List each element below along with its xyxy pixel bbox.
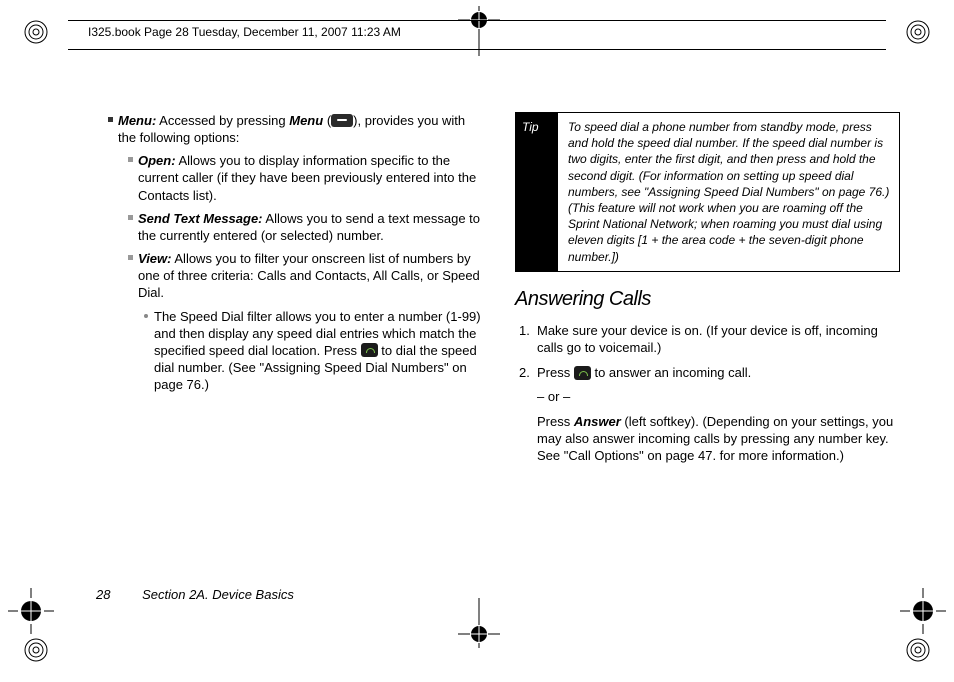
term-menu-word: Menu	[289, 113, 323, 128]
text: Allows you to display information specif…	[138, 153, 476, 202]
menu-item-send-text: Send Text Message: Allows you to send a …	[96, 210, 481, 244]
menu-item-menu: Menu: Accessed by pressing Menu (), prov…	[96, 112, 481, 146]
crop-mark-bottom-right	[904, 636, 932, 664]
bullet-icon	[108, 117, 113, 122]
bullet-icon	[128, 157, 133, 162]
crop-mark-top-right	[904, 18, 932, 46]
crop-mark-top-left	[22, 18, 50, 46]
right-column: Tip To speed dial a phone number from st…	[515, 112, 900, 578]
talk-key-icon	[574, 366, 591, 380]
text: to answer an incoming call.	[591, 365, 751, 380]
step-number: 1.	[519, 322, 530, 339]
registration-cross-bottom	[458, 598, 500, 648]
menu-item-open: Open: Allows you to display information …	[96, 152, 481, 203]
or-divider: – or –	[537, 388, 900, 405]
talk-key-icon	[361, 343, 378, 357]
footer: 28 Section 2A. Device Basics	[96, 587, 294, 602]
text: Press	[537, 365, 574, 380]
text: Make sure your device is on. (If your de…	[537, 323, 878, 355]
term-open: Open:	[138, 153, 176, 168]
tip-label: Tip	[516, 113, 558, 271]
step-2: 2. Press to answer an incoming call. – o…	[515, 364, 900, 464]
step-1: 1. Make sure your device is on. (If your…	[515, 322, 900, 356]
text: Accessed by pressing	[156, 113, 289, 128]
text: (	[323, 113, 331, 128]
softkey-icon	[331, 114, 353, 127]
left-column: Menu: Accessed by pressing Menu (), prov…	[96, 112, 481, 578]
tip-body: To speed dial a phone number from standb…	[558, 113, 899, 271]
bullet-icon	[144, 314, 148, 318]
step-number: 2.	[519, 364, 530, 381]
menu-item-speed-dial: The Speed Dial filter allows you to ente…	[96, 308, 481, 394]
term-send: Send Text Message:	[138, 211, 263, 226]
term-view: View:	[138, 251, 171, 266]
text: Allows you to filter your onscreen list …	[138, 251, 480, 300]
term-menu: Menu:	[118, 113, 156, 128]
registration-mark-right	[900, 588, 946, 634]
bullet-icon	[128, 255, 133, 260]
bullet-icon	[128, 215, 133, 220]
page-body: Menu: Accessed by pressing Menu (), prov…	[96, 112, 900, 578]
step-2-alt: Press Answer (left softkey). (Depending …	[537, 413, 900, 464]
section-title: Section 2A. Device Basics	[142, 587, 294, 602]
registration-mark-left	[8, 588, 54, 634]
text: Press	[537, 414, 574, 429]
page-number: 28	[96, 587, 110, 602]
crop-mark-bottom-left	[22, 636, 50, 664]
heading-answering-calls: Answering Calls	[515, 286, 900, 312]
tip-box: Tip To speed dial a phone number from st…	[515, 112, 900, 272]
menu-item-view: View: Allows you to filter your onscreen…	[96, 250, 481, 301]
term-answer: Answer	[574, 414, 621, 429]
running-head: I325.book Page 28 Tuesday, December 11, …	[88, 25, 401, 39]
